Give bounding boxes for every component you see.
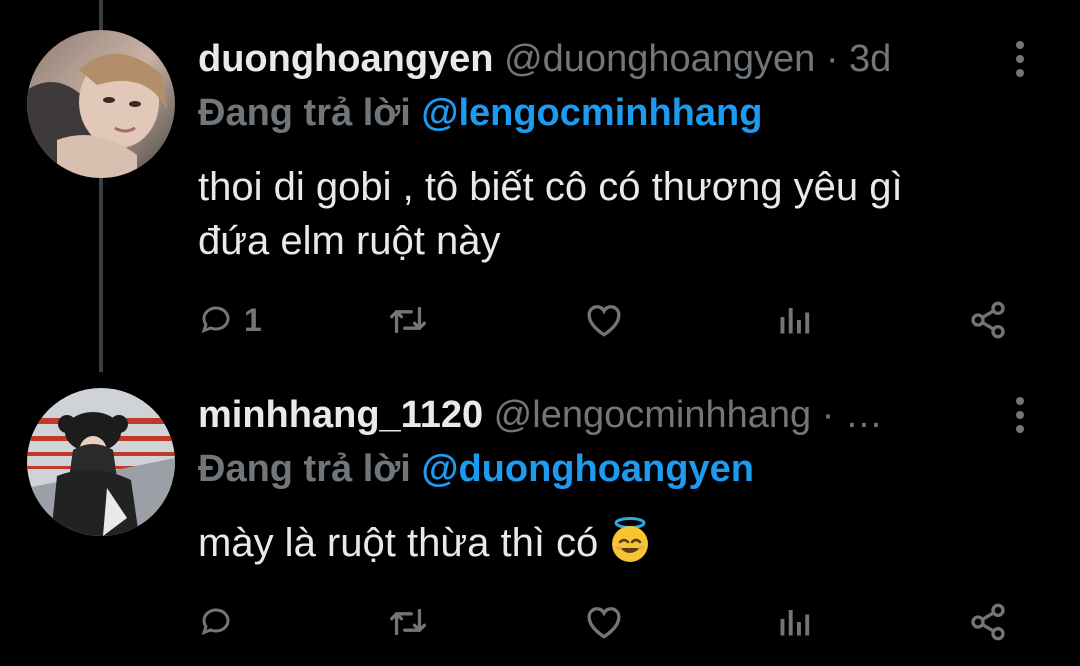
avatar[interactable]	[27, 30, 175, 178]
retweet-icon	[390, 608, 426, 636]
action-bar	[198, 597, 1018, 647]
mention-link[interactable]: @duonghoangyen	[421, 448, 754, 490]
action-bar: 1	[198, 295, 1018, 345]
reply-icon	[201, 306, 230, 334]
share-button[interactable]	[968, 597, 1008, 647]
replying-to: Đang trả lời @duonghoangyen	[198, 446, 754, 492]
retweet-icon	[390, 306, 426, 334]
more-options-icon[interactable]	[1008, 36, 1032, 82]
mention-link[interactable]: @lengocminhhang	[421, 92, 762, 134]
display-name[interactable]: duonghoangyen	[198, 38, 494, 80]
reply-count: 1	[244, 301, 262, 338]
reply-button[interactable]	[198, 597, 244, 647]
tweet-text-line: thoi di gobi , tô biết cô có thương yêu …	[198, 165, 903, 209]
views-button[interactable]	[776, 295, 812, 345]
tweet-text-line: mày là ruột thừa thì có	[198, 521, 599, 565]
views-icon	[780, 308, 810, 334]
reply-icon	[201, 608, 230, 636]
tweet[interactable]: minhhang_1120 @lengocminhhang · … Đang t…	[0, 372, 1080, 666]
share-icon	[971, 301, 1005, 339]
like-button[interactable]	[584, 295, 624, 345]
share-icon	[971, 603, 1005, 641]
tweet-text: mày là ruột thừa thì có	[198, 516, 1028, 578]
replying-to-label: Đang trả lời	[198, 448, 411, 490]
retweet-button[interactable]	[386, 597, 430, 647]
replying-to-label: Đang trả lời	[198, 92, 411, 134]
tweet-header: minhhang_1120 @lengocminhhang · …	[198, 392, 970, 438]
tweet-header: duonghoangyen @duonghoangyen · 3d	[198, 36, 970, 82]
tweet[interactable]: duonghoangyen @duonghoangyen · 3d Đang t…	[0, 0, 1080, 372]
handle-and-time: @lengocminhhang · …	[483, 394, 883, 436]
like-icon	[587, 305, 621, 337]
tweet-text: thoi di gobi , tô biết cô có thương yêu …	[198, 160, 1028, 268]
views-button[interactable]	[776, 597, 812, 647]
more-options-icon[interactable]	[1008, 392, 1032, 438]
like-button[interactable]	[584, 597, 624, 647]
views-icon	[780, 610, 810, 636]
halo-emoji-icon	[606, 516, 654, 578]
reply-button[interactable]: 1	[198, 295, 262, 345]
handle-and-time: @duonghoangyen · 3d	[493, 38, 892, 80]
avatar[interactable]	[27, 388, 175, 536]
like-icon	[587, 607, 621, 639]
tweet-text-line: đứa elm ruột này	[198, 219, 501, 263]
retweet-button[interactable]	[386, 295, 430, 345]
display-name[interactable]: minhhang_1120	[198, 394, 483, 436]
replying-to: Đang trả lời @lengocminhhang	[198, 90, 762, 136]
share-button[interactable]	[968, 295, 1008, 345]
